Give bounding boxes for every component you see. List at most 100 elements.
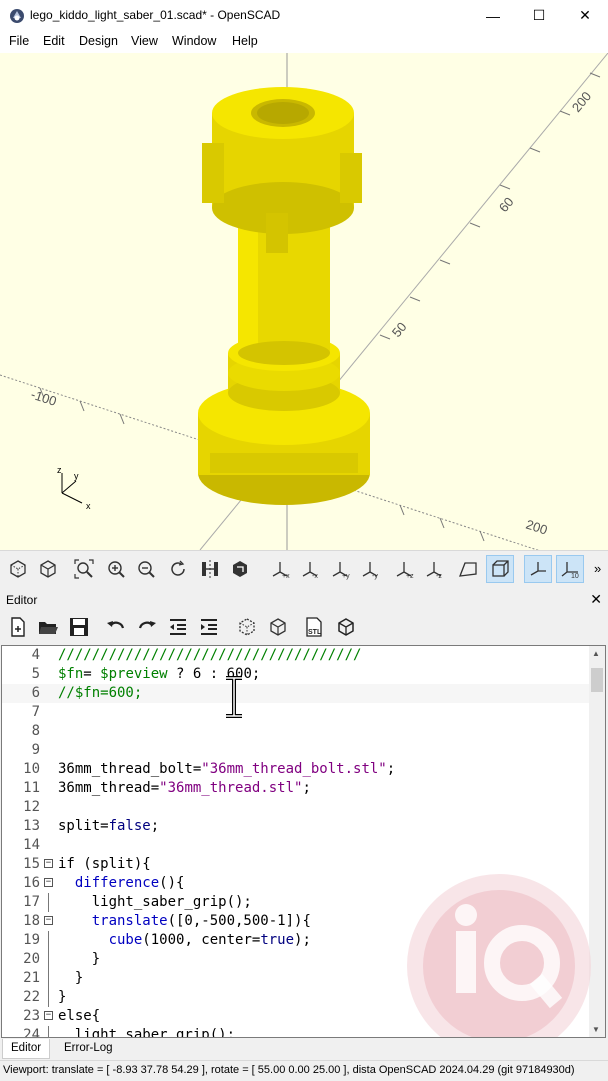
line-number: 5	[31, 666, 40, 682]
line-number: 6	[31, 685, 40, 701]
zoom-out-icon[interactable]	[132, 555, 160, 583]
line-code: 36mm_thread="36mm_thread.stl";	[58, 780, 311, 796]
code-editor[interactable]: 4 //////////////////////////////////// 5 $f…	[1, 645, 606, 1038]
line-code: }	[58, 970, 84, 986]
axis-gizmo: z y x	[57, 465, 91, 511]
reset-view-icon[interactable]	[164, 555, 192, 583]
preview-icon[interactable]	[34, 555, 62, 583]
line-code: difference(){	[74, 875, 185, 891]
fold-guide	[48, 969, 49, 988]
code-line[interactable]: 6 //$fn=600;	[2, 684, 592, 703]
line-number: 21	[23, 970, 40, 986]
code-line[interactable]: 8	[2, 722, 592, 741]
svg-text:+z: +z	[406, 573, 414, 580]
render-icon[interactable]	[4, 555, 32, 583]
minimize-button[interactable]: —	[470, 0, 516, 31]
line-code: //$fn=600;	[58, 685, 143, 701]
fold-guide	[48, 950, 49, 969]
line-number: 24	[23, 1027, 40, 1038]
fold-toggle-icon[interactable]: −	[44, 916, 53, 925]
close-button[interactable]: ✕	[562, 0, 608, 31]
line-number: 9	[31, 742, 40, 758]
editor-dock-header: Editor ✕	[0, 590, 608, 610]
zoom-in-icon[interactable]	[102, 555, 130, 583]
tab-editor[interactable]: Editor	[2, 1039, 51, 1059]
save-icon[interactable]	[66, 614, 92, 640]
line-number: 19	[23, 932, 40, 948]
menu-file[interactable]: File	[9, 34, 29, 48]
svg-text:-y: -y	[372, 573, 378, 580]
view-bottom-icon[interactable]: -y	[356, 555, 384, 583]
show-axes-icon[interactable]	[524, 555, 552, 583]
toolbar-overflow-button[interactable]: »	[594, 561, 601, 576]
line-number: 22	[23, 989, 40, 1005]
view-toolbar: +x -x +y -y +z -z 10 »	[0, 550, 608, 589]
code-line[interactable]: 14	[2, 836, 592, 855]
perspective-icon[interactable]	[454, 555, 482, 583]
editor-render-icon[interactable]	[265, 614, 291, 640]
editor-preview-icon[interactable]	[234, 614, 260, 640]
fold-toggle-icon[interactable]: −	[44, 859, 53, 868]
code-line[interactable]: 4 ////////////////////////////////////	[2, 646, 592, 665]
mirror-icon[interactable]	[196, 555, 224, 583]
axis-label-50: 50	[389, 319, 410, 340]
line-code: split=false;	[58, 818, 160, 834]
window-title: lego_kiddo_light_saber_01.scad* - OpenSC…	[30, 8, 281, 22]
svg-text:10: 10	[571, 573, 579, 580]
view-all-icon[interactable]	[70, 555, 98, 583]
show-scale-icon[interactable]: 10	[556, 555, 584, 583]
redo-icon[interactable]	[134, 614, 160, 640]
flip-icon[interactable]	[226, 555, 254, 583]
undo-icon[interactable]	[103, 614, 129, 640]
view-top-icon[interactable]: +y	[326, 555, 354, 583]
line-number: 10	[23, 761, 40, 777]
code-line[interactable]: 10 36mm_thread_bolt="36mm_thread_bolt.stl…	[2, 760, 592, 779]
line-number: 18	[23, 913, 40, 929]
line-number: 7	[31, 704, 40, 720]
code-line[interactable]: 9	[2, 741, 592, 760]
view-front-icon[interactable]: +z	[390, 555, 418, 583]
code-line[interactable]: 13 split=false;	[2, 817, 592, 836]
line-number: 23	[23, 1008, 40, 1024]
menu-bar: File Edit Design View Window Help	[0, 31, 608, 53]
tab-error-log[interactable]: Error-Log	[56, 1039, 121, 1058]
fold-toggle-icon[interactable]: −	[44, 1011, 53, 1020]
menu-design[interactable]: Design	[79, 34, 118, 48]
svg-text:+x: +x	[282, 573, 290, 580]
status-text: Viewport: translate = [ -8.93 37.78 54.2…	[3, 1064, 575, 1076]
menu-view[interactable]: View	[131, 34, 158, 48]
code-line[interactable]: 5 $fn= $preview ? 6 : 600;	[2, 665, 592, 684]
view-back-icon[interactable]: -z	[420, 555, 448, 583]
line-code: translate([0,-500,500-1]){	[91, 913, 311, 929]
view-right-icon[interactable]: +x	[266, 555, 294, 583]
view-left-icon[interactable]: -x	[296, 555, 324, 583]
line-number: 12	[23, 799, 40, 815]
fold-guide	[48, 893, 49, 912]
code-line[interactable]: 12	[2, 798, 592, 817]
open-file-icon[interactable]	[35, 614, 61, 640]
orthogonal-icon[interactable]	[486, 555, 514, 583]
svg-text:+y: +y	[342, 573, 350, 580]
code-line[interactable]: 11 36mm_thread="36mm_thread.stl";	[2, 779, 592, 798]
indent-icon[interactable]	[196, 614, 222, 640]
unindent-icon[interactable]	[165, 614, 191, 640]
editor-close-button[interactable]: ✕	[590, 591, 602, 608]
line-code: ////////////////////////////////////	[58, 647, 362, 663]
editor-tabs: Editor Error-Log	[0, 1039, 608, 1059]
menu-edit[interactable]: Edit	[43, 34, 65, 48]
axis-label-neg100: -100	[29, 387, 58, 409]
3d-viewport[interactable]: -100 50 60 200 200 z y x	[0, 53, 608, 550]
line-number: 20	[23, 951, 40, 967]
menu-window[interactable]: Window	[172, 34, 216, 48]
light-saber-model	[198, 87, 370, 505]
new-file-icon[interactable]	[5, 614, 31, 640]
send-to-print-icon[interactable]	[333, 614, 359, 640]
export-stl-icon[interactable]: STL	[301, 614, 327, 640]
gizmo-x-label: x	[86, 501, 91, 511]
line-number: 4	[31, 647, 40, 663]
svg-text:-x: -x	[312, 573, 318, 580]
menu-help[interactable]: Help	[232, 34, 258, 48]
maximize-button[interactable]: ☐	[516, 0, 562, 31]
fold-toggle-icon[interactable]: −	[44, 878, 53, 887]
code-line[interactable]: 7	[2, 703, 592, 722]
